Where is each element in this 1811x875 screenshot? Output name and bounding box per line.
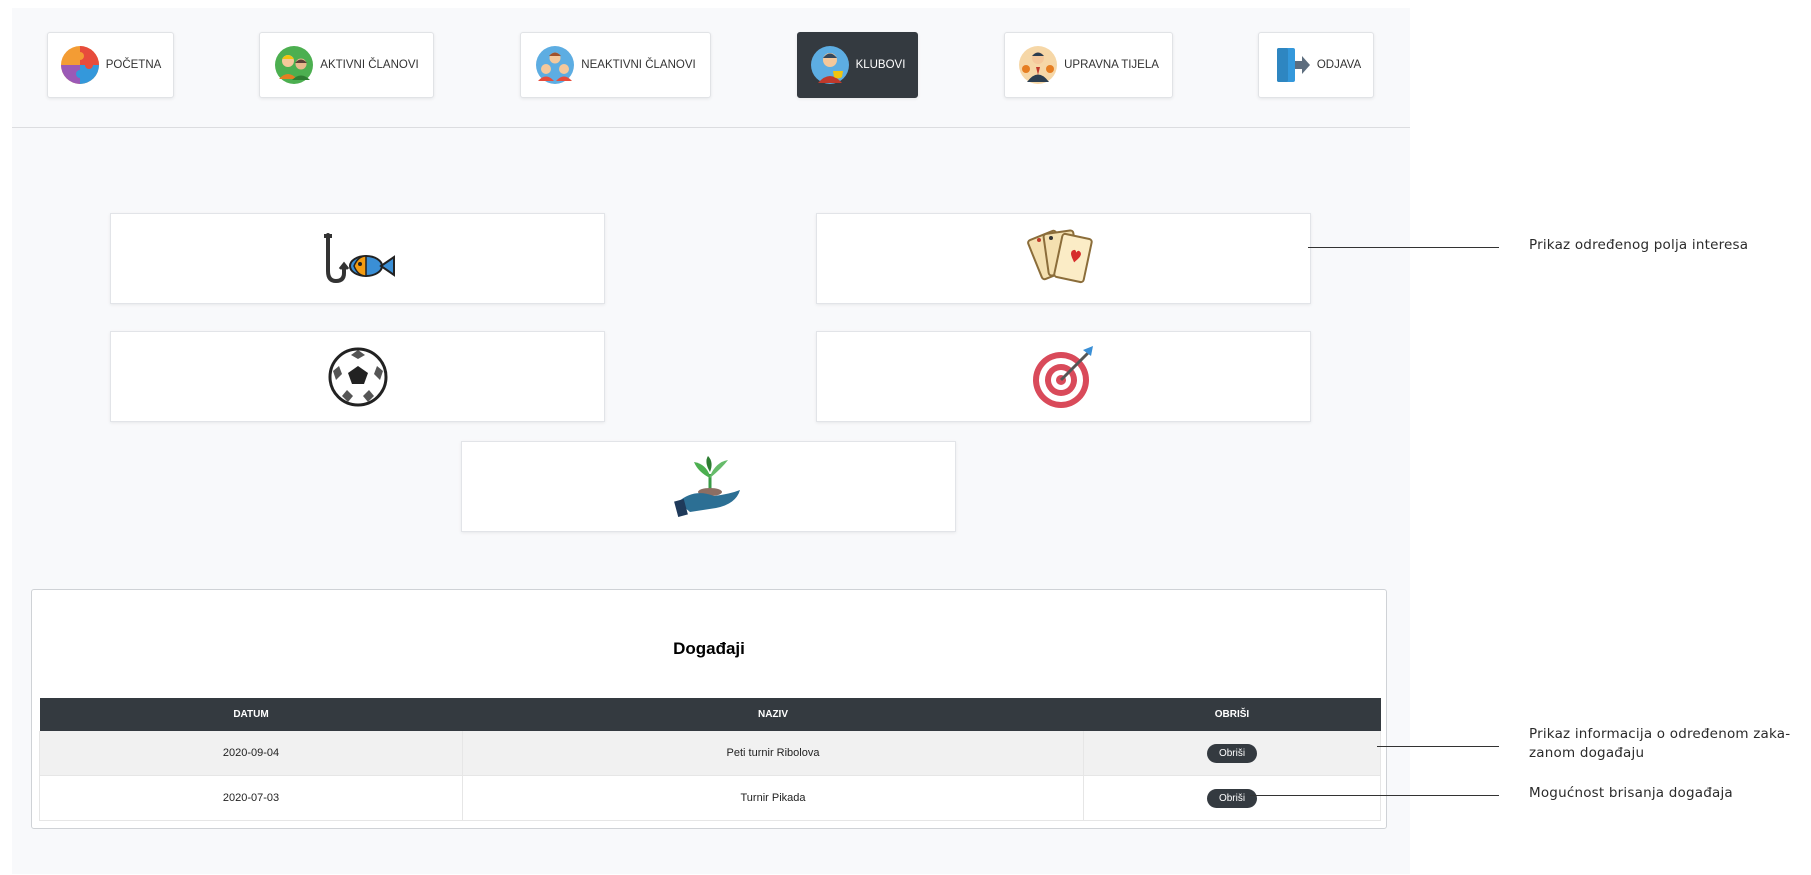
club-card-cards[interactable]: [816, 213, 1311, 304]
playing-cards-icon: [1026, 229, 1093, 283]
nav-upravna-tijela-button[interactable]: UPRAVNA TIJELA: [1004, 32, 1173, 98]
annotation-event-info-line2: zanom događaju: [1529, 745, 1645, 761]
active-members-icon: [275, 46, 314, 84]
annotation-line-delete-event: [1250, 795, 1499, 796]
inactive-members-icon: [536, 46, 575, 84]
events-table: DATUM NAZIV OBRIŠI 2020-09-04 Peti turni…: [39, 698, 1381, 821]
nav-aktivni-clanovi-button[interactable]: AKTIVNI ČLANOVI: [259, 32, 434, 98]
nav-label: NEAKTIVNI ČLANOVI: [581, 59, 696, 71]
nav-label: UPRAVNA TIJELA: [1064, 59, 1159, 71]
table-header-row: DATUM NAZIV OBRIŠI: [39, 698, 1381, 731]
event-date: 2020-07-03: [39, 775, 463, 821]
event-action-cell: Obriši: [1083, 775, 1381, 821]
nav-label: ODJAVA: [1316, 59, 1362, 71]
events-title: Događaji: [673, 639, 745, 658]
club-card-gardening[interactable]: [461, 441, 956, 532]
table-row: 2020-07-03 Turnir Pikada Obriši: [39, 775, 1381, 821]
nav-label: POČETNA: [105, 59, 162, 71]
app-window: POČETNA AKTIVNI ČLANOVI NEAKTIVNI ČLANOV…: [12, 8, 1410, 874]
table-row: 2020-09-04 Peti turnir Ribolova Obriši: [39, 731, 1381, 776]
annotation-delete-event: Mogućnost brisanja događaja: [1529, 785, 1733, 801]
column-header-naziv: NAZIV: [462, 698, 1084, 731]
delete-event-button[interactable]: Obriši: [1206, 788, 1258, 808]
column-header-datum: DATUM: [39, 698, 463, 731]
event-name: Turnir Pikada: [462, 775, 1084, 821]
nav-label: AKTIVNI ČLANOVI: [320, 59, 419, 71]
top-navigation: POČETNA AKTIVNI ČLANOVI NEAKTIVNI ČLANOV…: [12, 8, 1410, 128]
nav-odjava-button[interactable]: ODJAVA: [1258, 32, 1374, 98]
darts-target-icon: [1032, 345, 1093, 408]
clubs-trophy-icon: [810, 46, 849, 84]
event-action-cell: Obriši: [1083, 731, 1381, 776]
column-header-obrisi: OBRIŠI: [1083, 698, 1381, 731]
annotation-line-interest-field: [1308, 247, 1499, 248]
governing-bodies-icon: [1019, 46, 1058, 84]
annotation-event-info-line1: Prikaz informacija o određenom zaka-: [1529, 726, 1791, 742]
nav-klubovi-button[interactable]: KLUBOVI: [797, 32, 918, 98]
event-date: 2020-09-04: [39, 731, 463, 776]
event-name: Peti turnir Ribolova: [462, 731, 1084, 776]
fishing-icon: [323, 232, 395, 283]
annotation-line-event-info: [1377, 746, 1499, 747]
nav-neaktivni-clanovi-button[interactable]: NEAKTIVNI ČLANOVI: [520, 32, 711, 98]
logout-door-icon: [1276, 48, 1310, 82]
delete-event-button[interactable]: Obriši: [1206, 743, 1258, 763]
puzzle-icon: [60, 46, 99, 84]
hand-plant-icon: [673, 455, 740, 517]
club-card-darts[interactable]: [816, 331, 1311, 422]
nav-label: KLUBOVI: [855, 59, 906, 71]
club-card-football[interactable]: [110, 331, 605, 422]
events-panel: Događaji DATUM NAZIV OBRIŠI 2020-09-04 P…: [31, 589, 1387, 829]
club-card-fishing[interactable]: [110, 213, 605, 304]
annotation-interest-field: Prikaz određenog polja interesa: [1529, 237, 1749, 253]
soccer-ball-icon: [328, 347, 387, 406]
nav-pocetna-button[interactable]: POČETNA: [47, 32, 174, 98]
